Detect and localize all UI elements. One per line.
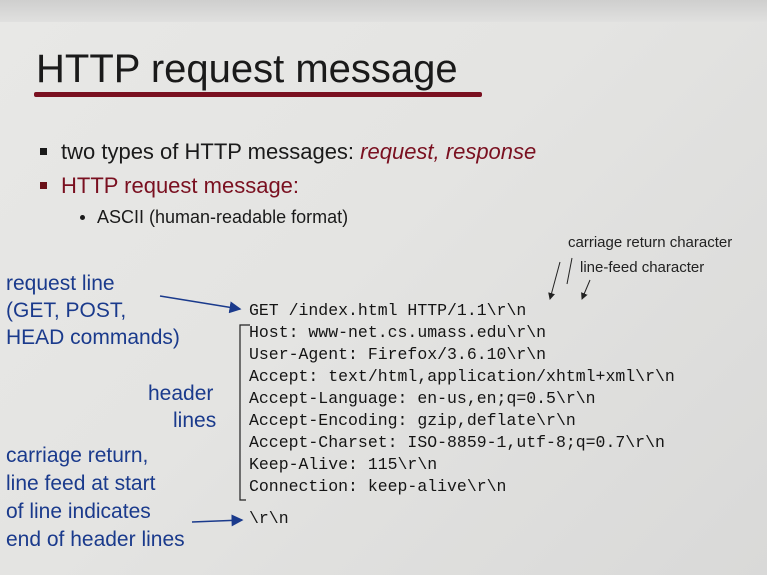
request-line-arrow bbox=[159, 295, 242, 314]
header-lines-bracket bbox=[239, 324, 250, 501]
lf-pointer-arrow bbox=[581, 279, 591, 300]
annotation-arrows bbox=[159, 257, 591, 527]
cr-pointer-line bbox=[566, 257, 573, 285]
crlf-arrow bbox=[191, 514, 244, 527]
cr-pointer-arrow bbox=[548, 261, 561, 300]
